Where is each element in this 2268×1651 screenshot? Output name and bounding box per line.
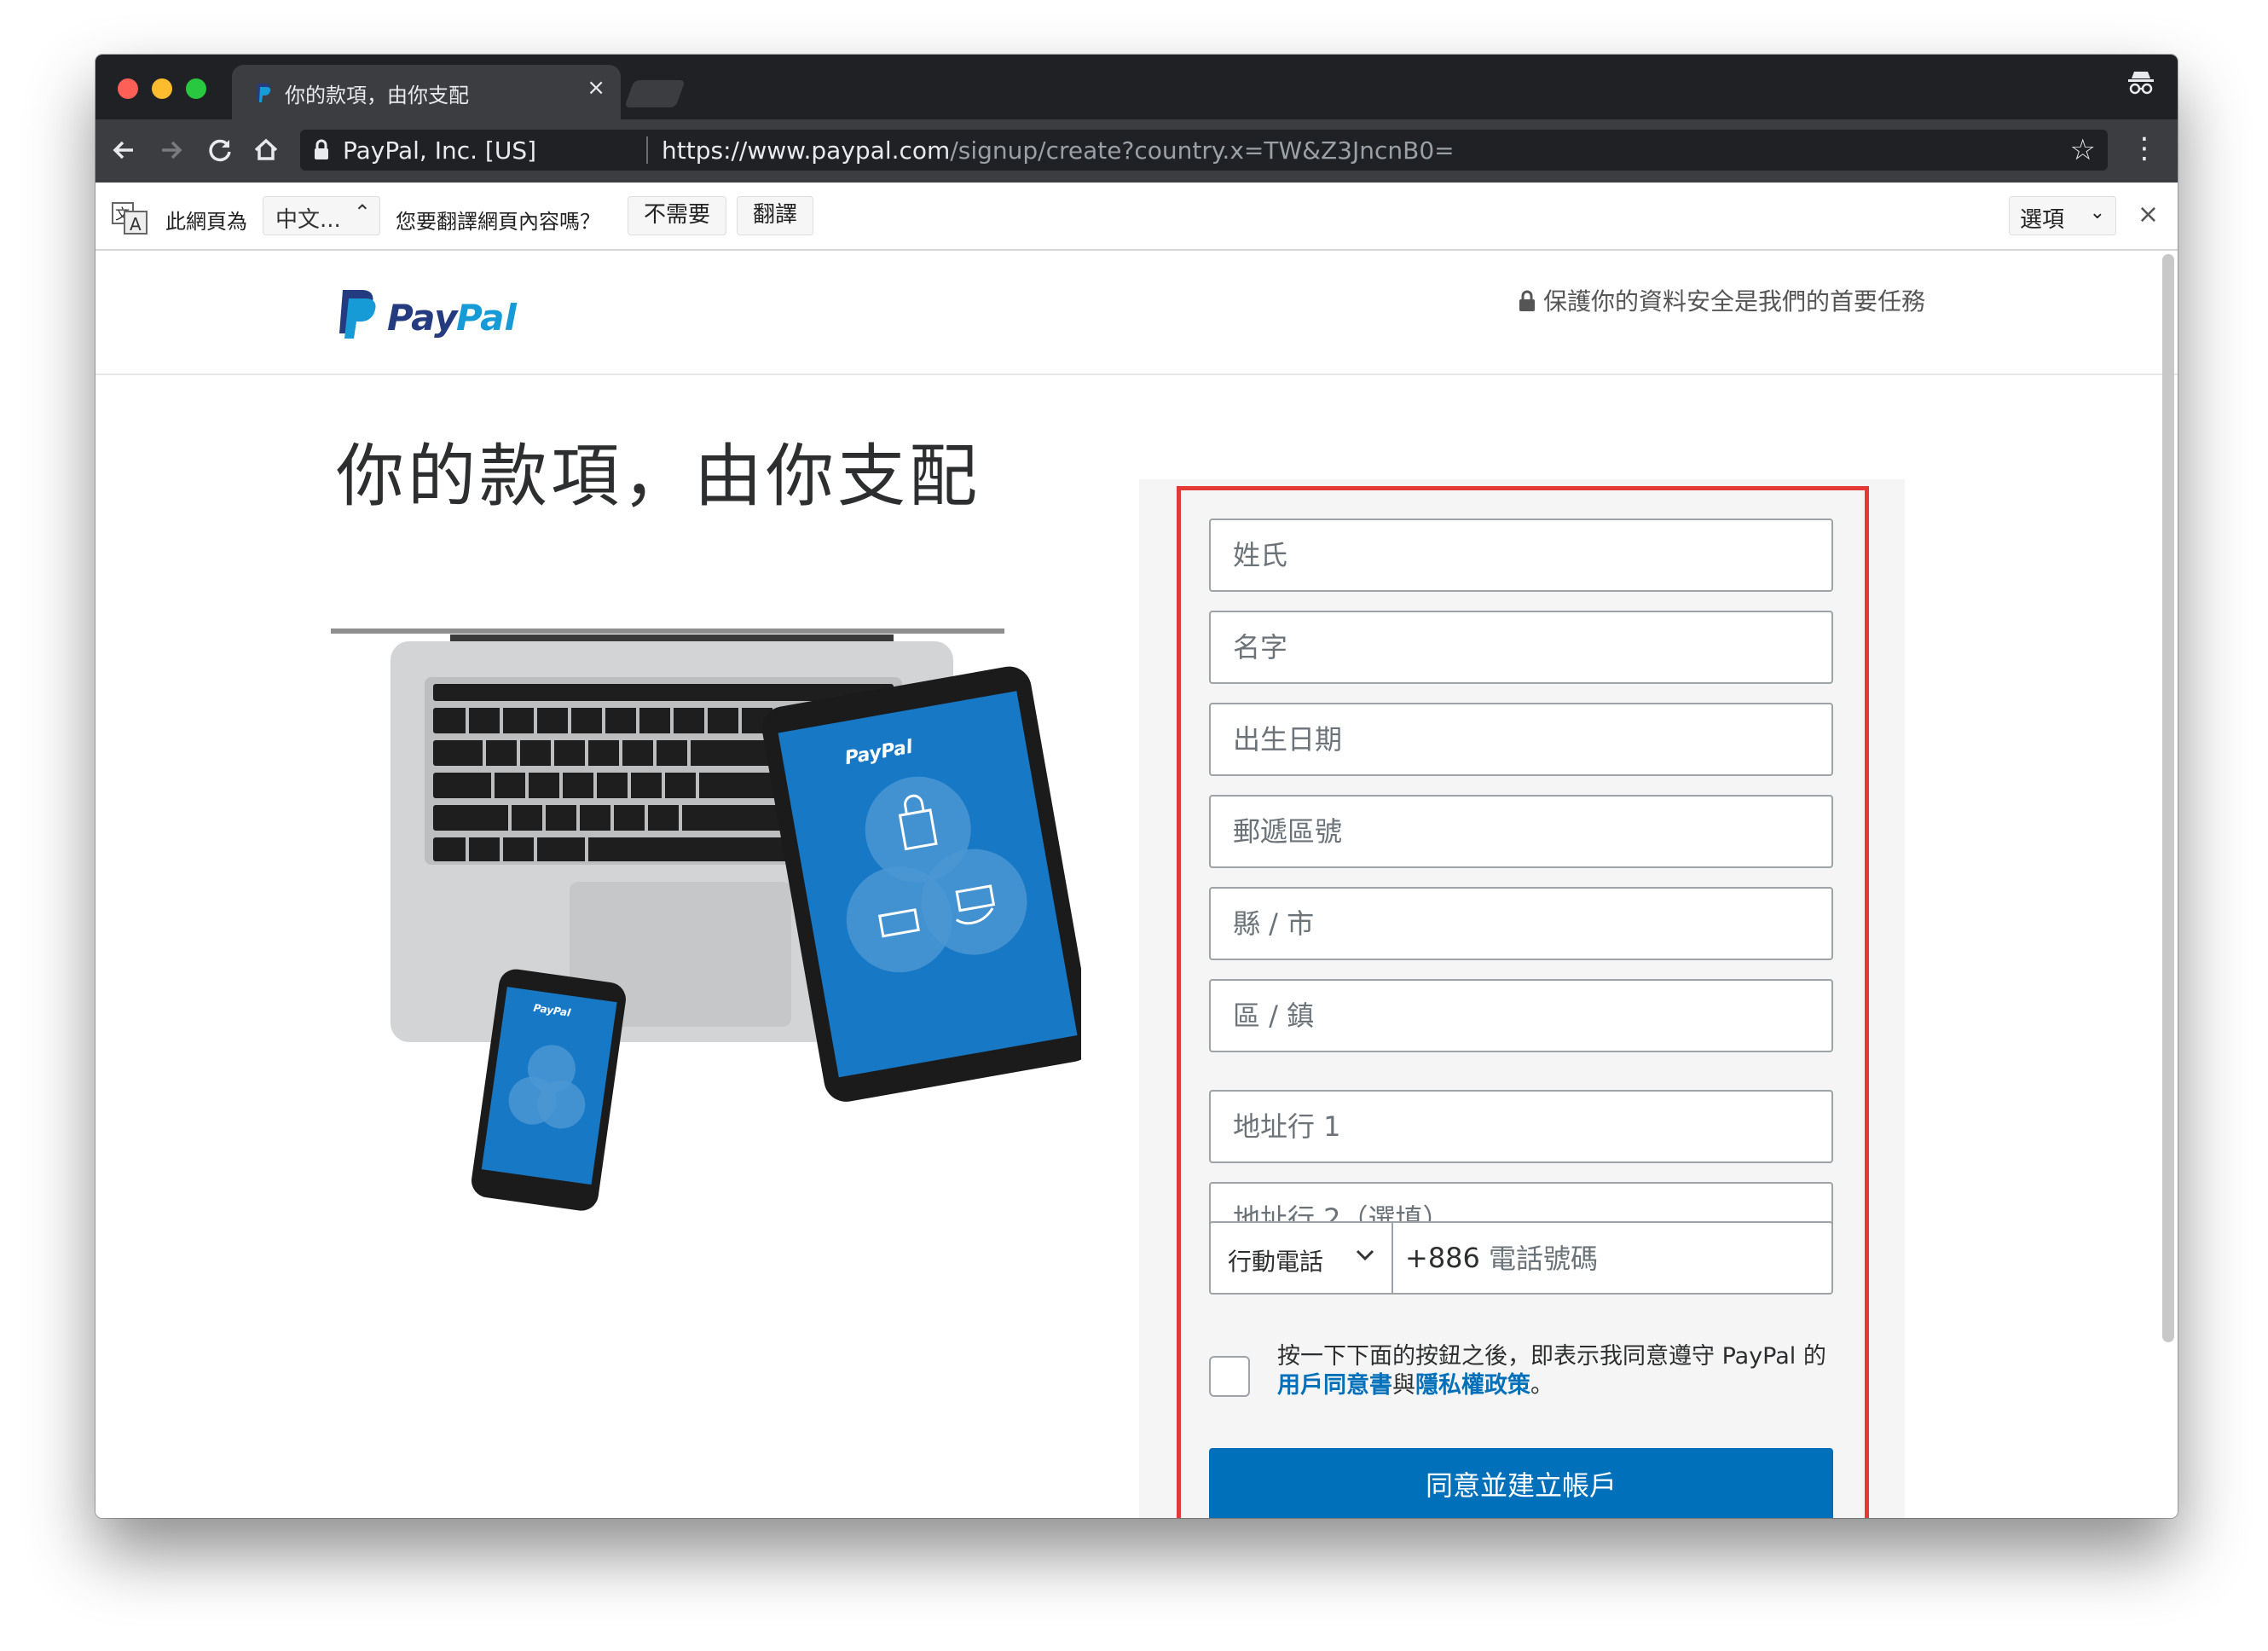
browser-menu-icon[interactable]: ⋮ — [2130, 131, 2159, 165]
site-header: Pay Pal 保護你的資料安全是我們的首要任務 — [95, 251, 2178, 375]
address-divider — [646, 136, 648, 164]
incognito-icon — [2126, 70, 2155, 102]
tab-close-icon[interactable]: × — [587, 75, 605, 101]
close-window-button[interactable] — [118, 78, 138, 99]
page-title: 你的款項，由你支配 — [336, 437, 981, 516]
form-highlight-box — [1177, 486, 1869, 1518]
tab-title: 你的款項，由你支配 — [285, 84, 469, 107]
paypal-logo[interactable]: Pay Pal — [334, 285, 539, 345]
select-arrows-icon: ⌃ — [353, 200, 371, 224]
translate-button[interactable]: 翻譯 — [737, 196, 813, 235]
url-path: /signup/create?country.x=TW&Z3JncnB0= — [950, 136, 1455, 165]
new-tab-button[interactable] — [624, 80, 686, 107]
translate-question: 您要翻譯網頁內容嗎？ — [396, 210, 600, 234]
bookmark-star-icon[interactable]: ☆ — [2070, 133, 2096, 167]
browser-toolbar: PayPal, Inc. [US] https://www.paypal.com… — [95, 119, 2178, 182]
page-scrollbar[interactable] — [2162, 254, 2174, 1342]
forward-arrow-icon[interactable] — [159, 131, 184, 178]
reload-icon[interactable] — [206, 131, 234, 178]
devices-illustration: PayPal PayPal — [331, 629, 1081, 1211]
tab-paypal[interactable]: 你的款項，由你支配 × — [232, 65, 621, 119]
page-language-label: 此網頁為 — [165, 210, 247, 234]
svg-text:A: A — [130, 214, 142, 235]
close-translate-bar-icon[interactable]: × — [2138, 200, 2159, 229]
url-scheme: https:// — [662, 136, 748, 165]
options-label: 選項 — [2020, 207, 2065, 233]
security-message-text: 保護你的資料安全是我們的首要任務 — [1543, 287, 1926, 316]
chevron-down-icon: ⌄ — [2089, 202, 2105, 223]
title-bar: 你的款項，由你支配 × — [95, 55, 2178, 119]
back-arrow-icon[interactable] — [111, 131, 136, 178]
home-icon[interactable] — [252, 131, 280, 178]
translate-icon: 文 A — [112, 202, 148, 235]
lock-icon — [315, 139, 328, 159]
address-bar[interactable]: PayPal, Inc. [US] https://www.paypal.com… — [300, 130, 2108, 171]
url-host: www.paypal.com — [747, 136, 951, 165]
padlock-icon — [1519, 290, 1535, 311]
translate-options-select[interactable]: 選項 ⌄ — [2009, 196, 2116, 235]
security-message: 保護你的資料安全是我們的首要任務 — [1518, 283, 1925, 317]
logo-wordmark-pal: Pal — [456, 297, 517, 339]
paypal-favicon-icon — [257, 84, 271, 102]
no-translate-button[interactable]: 不需要 — [628, 196, 726, 235]
maximize-window-button[interactable] — [186, 78, 206, 99]
minimize-window-button[interactable] — [152, 78, 172, 99]
site-identity[interactable]: PayPal, Inc. [US] — [343, 136, 536, 165]
language-select-value: 中文... — [275, 207, 341, 233]
logo-wordmark-pay: Pay — [387, 297, 459, 339]
url-text[interactable]: https://www.paypal.com/signup/create?cou… — [662, 136, 1455, 165]
browser-window: 你的款項，由你支配 × PayPal, Inc. [US] https://ww… — [95, 55, 2178, 1518]
page-content: Pay Pal 保護你的資料安全是我們的首要任務 你的款項，由你支配 PayPa… — [95, 251, 2178, 1518]
translate-bar: 文 A 此網頁為 中文... ⌃ 您要翻譯網頁內容嗎？ 不需要 翻譯 選項 ⌄ … — [95, 182, 2178, 251]
language-select[interactable]: 中文... ⌃ — [263, 196, 380, 235]
